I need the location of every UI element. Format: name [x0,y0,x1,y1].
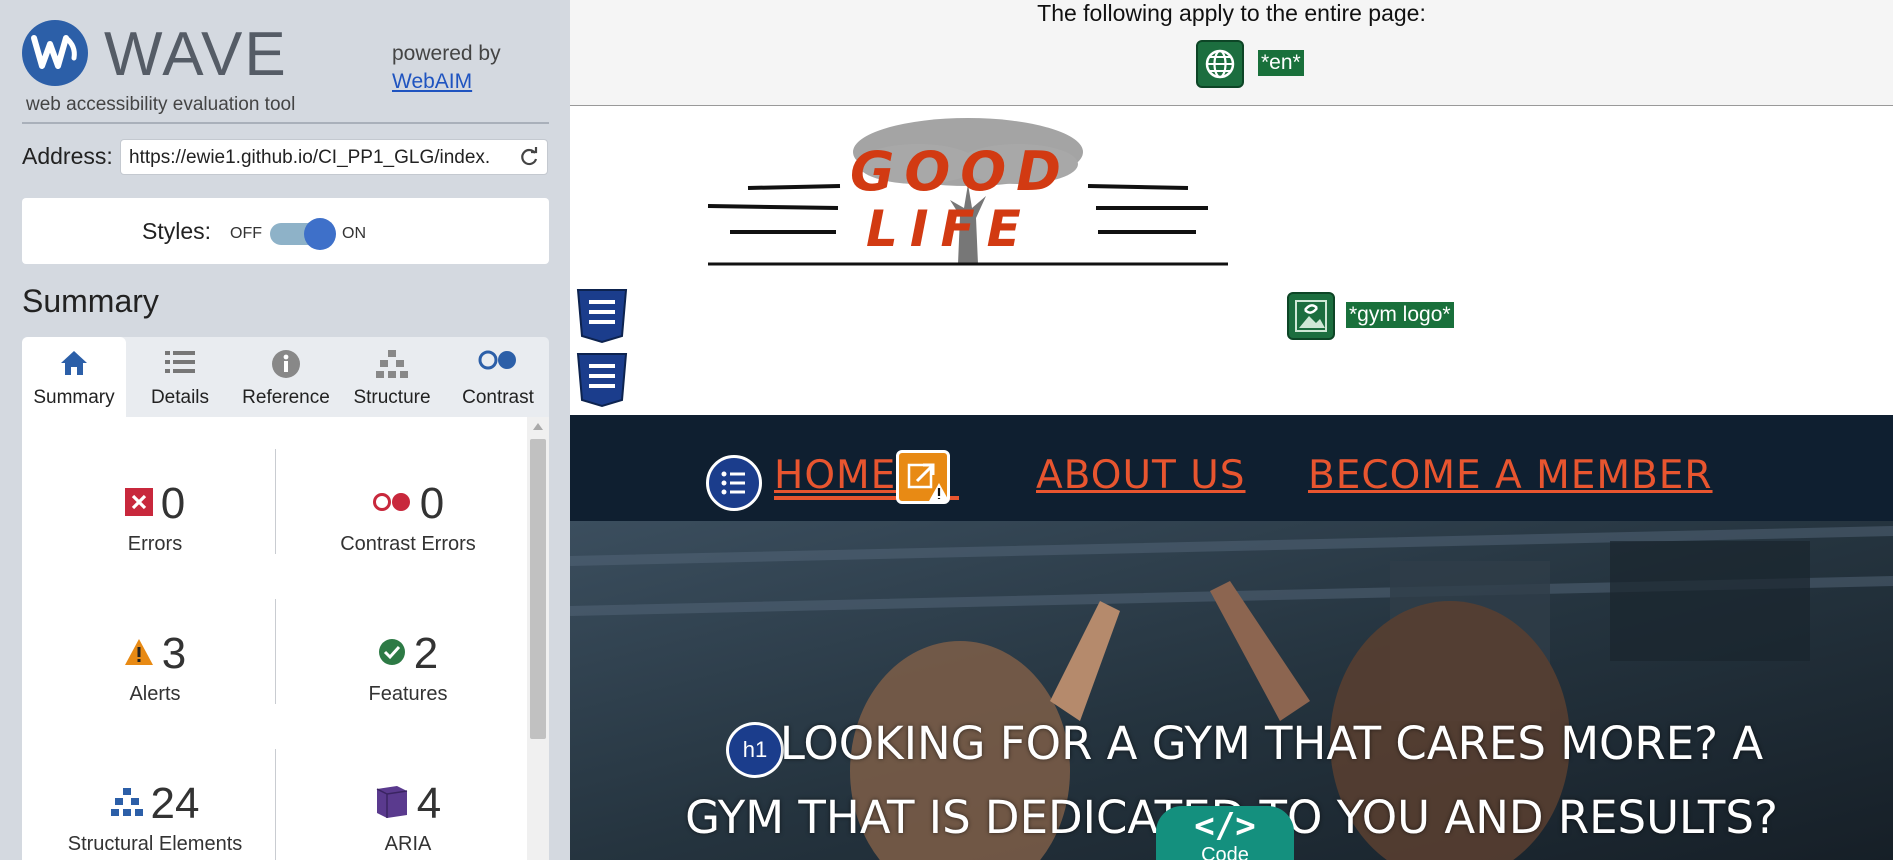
linked-image-icon[interactable] [1287,292,1335,340]
tab-label: Contrast [462,387,534,408]
styles-label: Styles: [142,218,212,244]
alert-icon [124,638,154,671]
css-styles-icon[interactable] [576,352,628,408]
logo-word-good: GOOD [850,140,1071,203]
code-label: Code [1201,844,1249,860]
webaim-link[interactable]: WebAIM [392,70,472,94]
hierarchy-icon [376,350,408,378]
stat-divider [275,599,276,704]
stat-divider [275,749,276,860]
structural-label: Structural Elements [67,833,243,855]
summary-heading: Summary [22,283,159,319]
tab-reference[interactable]: Reference [234,337,338,417]
contrast-error-icon [372,491,412,518]
wave-sidebar: WAVE web accessibility evaluation tool p… [0,0,570,860]
aria-cube-icon [375,785,409,824]
aria-label: ARIA [384,833,432,855]
logo-word-life: LIFE [866,200,1033,258]
info-icon [272,350,300,378]
styles-toggle-knob[interactable] [304,218,336,250]
list-icon [165,351,195,373]
summary-stats: 0 Errors 0 Contrast Errors 3 Alerts 2 Fe… [22,417,527,860]
nav-become-member[interactable]: BECOME A MEMBER [1308,453,1713,498]
gym-logo-alt-label: *gym logo* [1346,302,1454,328]
stat-alerts[interactable]: 3 Alerts [35,629,275,706]
entire-page-notice: The following apply to the entire page: … [570,0,1893,106]
header-divider [22,122,549,124]
code-icon: </> [1194,806,1256,846]
stat-features[interactable]: 2 Features [288,629,528,706]
css-styles-icon[interactable] [576,288,628,344]
powered-by-text: powered by [392,42,501,65]
tab-label: Structure [353,387,431,408]
alerts-count: 3 [161,629,187,678]
tab-label: Summary [33,387,115,408]
styles-toggle-panel: Styles: OFF ON [22,198,549,264]
entire-page-message: The following apply to the entire page: [1037,0,1426,26]
language-globe-icon[interactable] [1196,40,1244,88]
hero-heading-line1: LOOKING FOR A GYM THAT CARES MORE? A [779,717,1764,770]
tab-label: Reference [242,387,330,408]
address-label: Address: [22,143,113,169]
language-label: *en* [1258,50,1304,76]
features-count: 2 [413,629,439,678]
styles-off-label: OFF [230,225,262,242]
scroll-up-arrow-icon[interactable] [533,423,543,430]
tab-structure[interactable]: Structure [340,337,444,417]
nav-about-us[interactable]: ABOUT US [1036,453,1246,498]
aria-count: 4 [416,779,442,828]
contrast-errors-count: 0 [419,479,445,528]
stat-contrast-errors[interactable]: 0 Contrast Errors [288,479,528,556]
error-icon [124,487,153,521]
summary-panel: Summary Details Reference Structure Cont… [22,337,549,860]
wave-logo-text: WAVE [104,20,288,89]
address-value[interactable]: https://ewie1.github.io/CI_PP1_GLG/index… [129,147,509,169]
structural-count: 24 [150,779,200,828]
alerts-label: Alerts [129,683,181,705]
contrast-errors-label: Contrast Errors [340,533,476,555]
contrast-icon [478,350,516,370]
tab-contrast[interactable]: Contrast [446,337,550,417]
stat-structural-elements[interactable]: 24 Structural Elements [35,779,275,856]
stat-errors[interactable]: 0 Errors [35,479,275,556]
list-structure-icon[interactable] [706,455,762,511]
tab-label: Details [150,387,210,408]
page-preview: The following apply to the entire page: … [570,0,1893,860]
structure-icon [110,787,143,822]
stat-divider [275,449,276,554]
stat-aria[interactable]: 4 ARIA [288,779,528,856]
address-field[interactable]: https://ewie1.github.io/CI_PP1_GLG/index… [120,139,548,175]
errors-label: Errors [127,533,183,555]
redundant-link-alert-icon[interactable] [896,450,950,504]
home-icon [61,351,87,375]
wave-logo-icon [22,20,88,86]
tab-summary[interactable]: Summary [22,337,126,417]
code-toggle-button[interactable]: </> Code [1156,806,1294,860]
gym-logo[interactable]: GOOD LIFE [688,104,1248,272]
errors-count: 0 [160,479,186,528]
nav-home[interactable]: HOME [774,453,896,498]
tab-details[interactable]: Details [128,337,232,417]
reload-icon[interactable] [518,146,540,168]
wave-tagline: web accessibility evaluation tool [26,94,296,115]
features-label: Features [368,683,448,705]
styles-on-label: ON [342,225,366,242]
panel-scrollbar[interactable] [527,417,549,860]
site-navbar: HOME ABOUT US BECOME A MEMBER [570,415,1893,521]
scroll-thumb[interactable] [530,439,546,739]
feature-check-icon [378,638,406,671]
